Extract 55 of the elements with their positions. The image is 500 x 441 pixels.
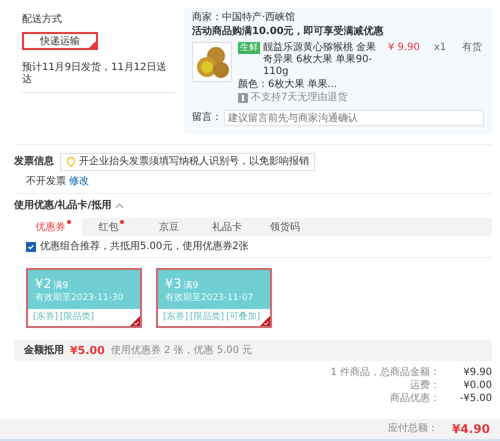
summary-label: 运费： (410, 380, 440, 392)
note-label: 留言： (192, 112, 222, 124)
invoice-tip-text: 开企业抬头发票须填写纳税人识别号，以免影响报销 (79, 156, 309, 168)
coupon-amount: ¥2 (35, 277, 52, 292)
coupon-amount: ¥3 (165, 277, 182, 292)
edit-link[interactable]: 修改 (69, 176, 89, 188)
check-corner-icon (130, 316, 140, 326)
coupon-expiry: 有效期至2023-11-07 (165, 293, 254, 304)
shipping-method-button[interactable]: 快递运输 (22, 32, 98, 50)
coupon-tag: [限品类] (190, 312, 224, 323)
shipping-label: 配送方式 (22, 14, 63, 26)
discount-title: 使用优惠/礼品卡/抵用 (14, 200, 112, 212)
check-corner-icon (89, 41, 96, 48)
discount-tab[interactable]: 红包 (82, 218, 140, 236)
merchant-name: 商家：中国特产·西峡馆 (192, 12, 296, 24)
summary-label: 1 件商品，总商品金额： (330, 367, 440, 379)
discount-tab[interactable]: 礼品卡 (198, 218, 256, 236)
coupon-condition: 满9 (184, 281, 198, 291)
discount-tab[interactable]: 优惠券 (24, 218, 82, 236)
coupon-expiry: 有效期至2023-11-30 (35, 293, 124, 304)
note-input-field[interactable]: 建议留言前先与商家沟通确认 (224, 110, 484, 126)
total-desc: 使用优惠券 2 张，优惠 5.00 元 (110, 344, 252, 356)
delivery-estimate: 预计11月9日发货，11月12日送达 (22, 62, 176, 93)
summary-value: ¥0.00 (462, 380, 492, 392)
invoice-value: 不开发票 (26, 176, 66, 188)
coupon-tag: [东券] (33, 312, 58, 323)
item-price: ¥ 9.90 (388, 42, 421, 54)
location-pin-icon (66, 157, 76, 167)
coupon-tag: [东券] (163, 312, 188, 323)
stock-status: 有货 (462, 42, 483, 54)
invoice-title: 发票信息 (14, 156, 54, 168)
total-value: ¥5.00 (70, 344, 105, 357)
total-label: 金额抵用 (24, 344, 64, 356)
fresh-badge: 生鲜 (238, 42, 260, 54)
info-icon (238, 93, 248, 103)
payable-label: 应付总额： (388, 423, 438, 435)
product-spec: 颜色：6枚大果 单果... (238, 79, 338, 91)
coupon-condition: 满9 (54, 281, 68, 291)
summary-value: -¥5.00 (458, 393, 492, 405)
return-notice: 不支持7天无理由退货 (251, 92, 348, 104)
coupon-tag: [限品类] (60, 312, 94, 323)
chevron-up-icon[interactable] (115, 203, 124, 209)
discount-tab[interactable]: 京豆 (140, 218, 198, 236)
product-title[interactable]: 靓益乐源黄心猕猴桃 金果奇异果 6枚大果 单果90- 110g (263, 42, 382, 78)
recommend-checkbox[interactable] (26, 242, 36, 252)
item-quantity: x1 (434, 42, 448, 54)
check-corner-icon (260, 316, 270, 326)
discount-tab[interactable]: 领货码 (256, 218, 314, 236)
coupon-tag: [可叠加] (226, 312, 260, 323)
summary-value: ¥9.90 (462, 367, 492, 379)
promo-text: 活动商品购满10.00元，即可享受满减优惠 (192, 26, 385, 38)
summary-label: 商品优惠： (390, 393, 440, 405)
kiwi-fruit-drawing (192, 42, 232, 82)
payable-amount: ¥4.90 (452, 422, 490, 436)
recommend-text: 优惠组合推荐，共抵用5.00元，使用优惠券2张 (40, 241, 249, 253)
